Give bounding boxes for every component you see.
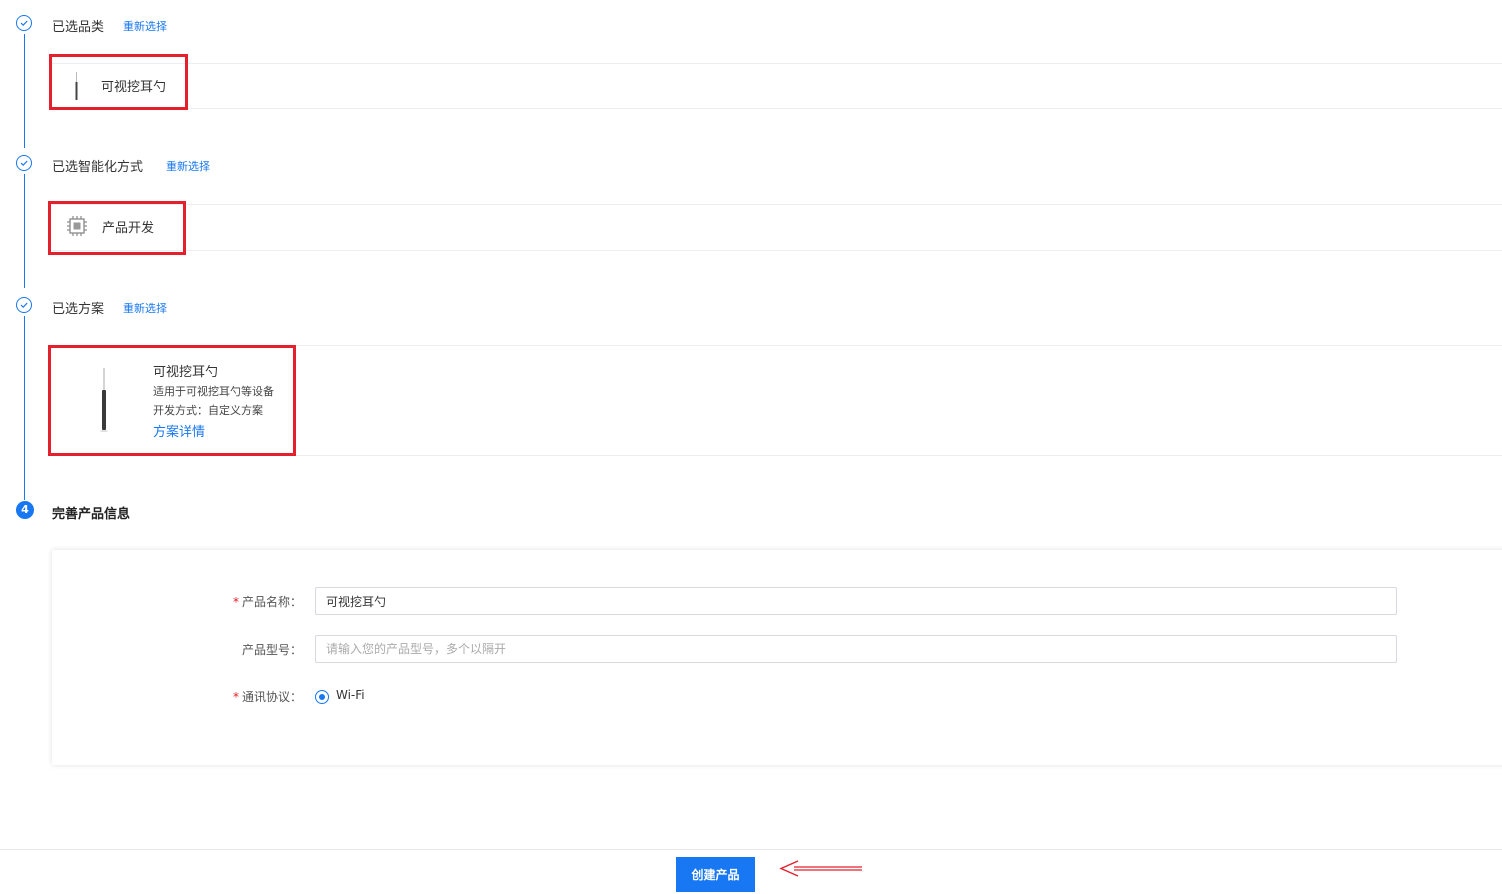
step-title-solution: 已选方案 (52, 302, 105, 317)
product-name-input[interactable] (315, 587, 1397, 615)
product-model-input[interactable] (315, 635, 1397, 663)
solution-detail-link[interactable]: 方案详情 (153, 421, 205, 440)
ear-pick-thumbnail-icon (75, 72, 78, 100)
timeline-line (24, 34, 25, 148)
smart-mode-label: 产品开发 (102, 221, 155, 236)
protocol-label: * 通讯协议： (232, 690, 302, 704)
chip-icon (66, 215, 88, 237)
step-title-smart-mode: 已选智能化方式 (52, 160, 144, 175)
solution-name: 可视挖耳勺 (153, 365, 219, 380)
reselect-category-link[interactable]: 重新选择 (123, 18, 167, 34)
timeline-line (24, 174, 25, 288)
reselect-solution-link[interactable]: 重新选择 (123, 300, 167, 316)
step-title-product-info: 完善产品信息 (52, 507, 131, 522)
category-label: 可视挖耳勺 (101, 80, 167, 95)
timeline-line (24, 316, 25, 500)
product-name-label: * 产品名称： (232, 595, 302, 609)
step-done-check-icon (16, 15, 32, 31)
red-arrow-annotation (778, 859, 864, 879)
solution-description: 适用于可视挖耳勺等设备 (153, 385, 274, 398)
wifi-radio[interactable] (315, 690, 329, 704)
step-number-badge: 4 (16, 501, 34, 519)
solution-dev-mode: 开发方式：自定义方案 (153, 404, 263, 417)
reselect-smart-mode-link[interactable]: 重新选择 (166, 158, 210, 174)
step-done-check-icon (16, 297, 32, 313)
create-product-button[interactable]: 创建产品 (676, 857, 755, 892)
category-band (52, 63, 1502, 109)
step-done-check-icon (16, 155, 32, 171)
smart-mode-band (52, 204, 1502, 251)
product-model-label: 产品型号： (241, 643, 302, 657)
step-title-category: 已选品类 (52, 20, 105, 35)
wifi-option-label[interactable]: Wi-Fi (336, 688, 365, 702)
ear-pick-product-image (100, 368, 108, 432)
